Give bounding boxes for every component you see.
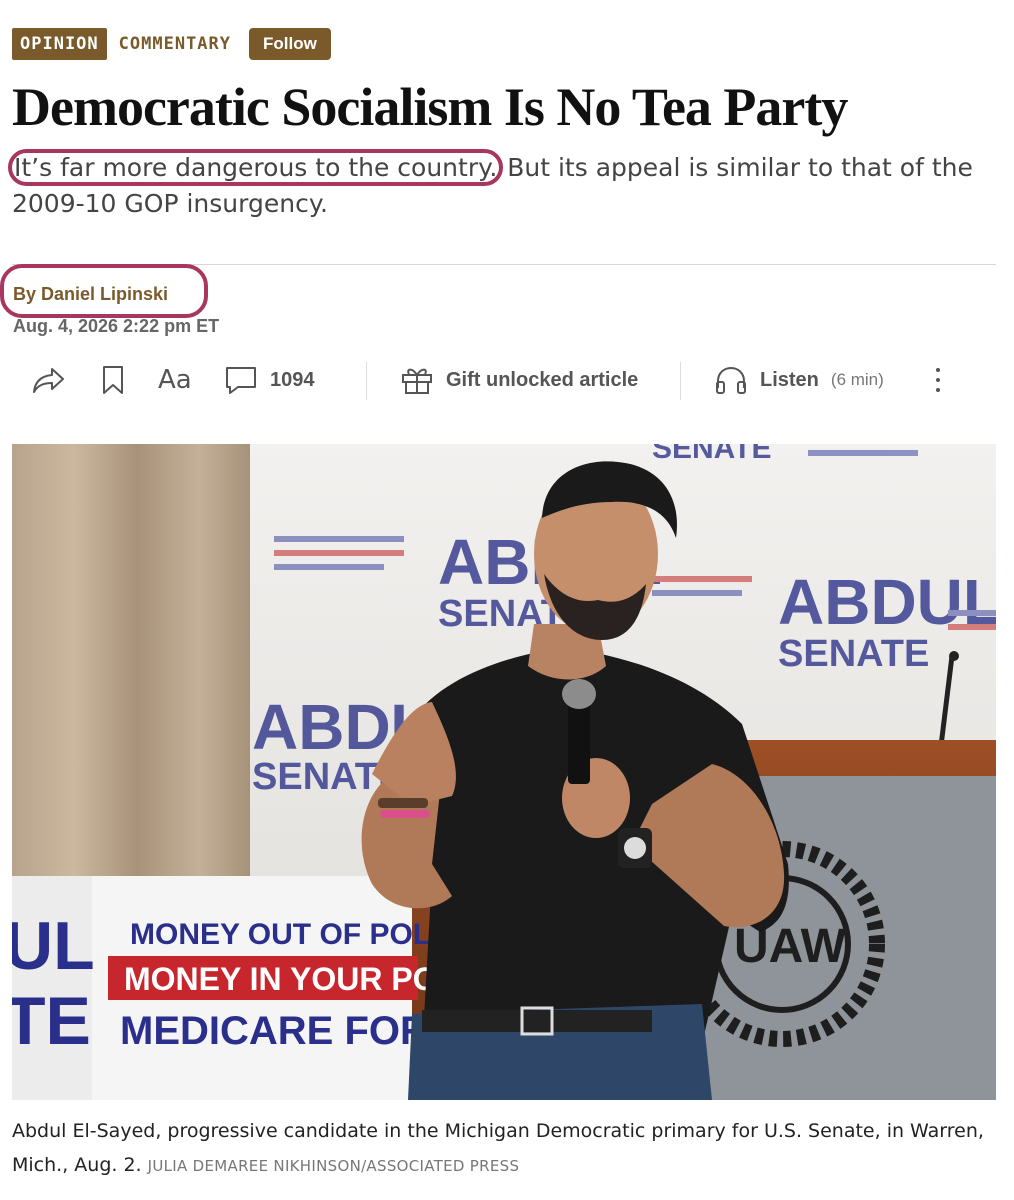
toolbar-separator	[680, 362, 681, 400]
listen-label: Listen	[760, 368, 819, 391]
podium-logo-text: UAW	[734, 920, 847, 973]
dek-highlight: It’s far more dangerous to the country.	[7, 149, 504, 186]
photo-credit: JULIA DEMAREE NIKHINSON/ASSOCIATED PRESS	[147, 1157, 520, 1175]
article-photo: ABDUL SENATE ABDUL SENATE ABDUL SENATE S…	[12, 444, 996, 1100]
share-icon	[33, 368, 64, 393]
toolbar-separator	[366, 362, 367, 400]
gift-icon	[402, 368, 432, 394]
banner-text: SENATE	[652, 444, 771, 465]
bookmark-button[interactable]	[100, 358, 126, 402]
photo-illustration: ABDUL SENATE ABDUL SENATE ABDUL SENATE S…	[12, 444, 996, 1100]
article-dek: It’s far more dangerous to the country. …	[7, 149, 992, 222]
listen-button[interactable]: Listen (6 min)	[714, 358, 884, 402]
sign-text: TE	[12, 983, 91, 1059]
share-button[interactable]	[32, 358, 66, 402]
article-toolbar: Aa 1094 Gift unlocked article Listen (6 …	[28, 358, 978, 402]
gift-article-button[interactable]: Gift unlocked article	[400, 358, 638, 402]
comment-count: 1094	[270, 368, 315, 391]
banner-text: SENATE	[778, 633, 929, 675]
listen-duration: (6 min)	[830, 370, 884, 389]
more-options-button[interactable]	[932, 358, 944, 402]
headphones-icon	[716, 366, 746, 394]
article-headline: Democratic Socialism Is No Tea Party	[12, 77, 848, 137]
author-byline[interactable]: By Daniel Lipinski	[13, 284, 168, 305]
opinion-badge[interactable]: OPINION	[12, 28, 107, 60]
bookmark-icon	[103, 366, 123, 394]
sign-text: UL	[12, 908, 95, 984]
text-size-icon: Aa	[158, 365, 192, 395]
more-vertical-icon	[936, 368, 940, 392]
photo-caption: Abdul El-Sayed, progressive candidate in…	[12, 1114, 1002, 1183]
follow-button[interactable]: Follow	[249, 28, 331, 60]
gift-label: Gift unlocked article	[446, 368, 639, 391]
section-label[interactable]: COMMENTARY	[119, 34, 231, 54]
section-header: OPINION COMMENTARY Follow	[12, 28, 331, 60]
text-size-button[interactable]: Aa	[158, 358, 192, 402]
comments-button[interactable]: 1094	[224, 358, 315, 402]
publish-date: Aug. 4, 2026 2:22 pm ET	[13, 316, 220, 336]
comment-icon	[226, 367, 256, 394]
